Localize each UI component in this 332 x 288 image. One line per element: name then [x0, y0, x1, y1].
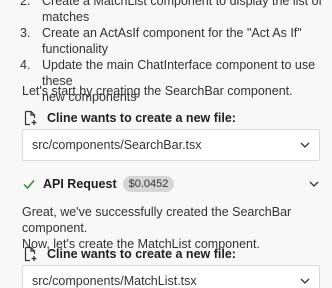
step-text-line: Create a MatchList component to display … — [42, 0, 323, 8]
plan-step: 2. Create a MatchList component to displ… — [0, 0, 332, 25]
tool-request-label: Cline wants to create a new file: — [47, 111, 236, 125]
tool-request-label: Cline wants to create a new file: — [47, 247, 236, 261]
step-number: 4. — [20, 58, 31, 72]
intro-message: Let's start by creating the SearchBar co… — [22, 84, 293, 98]
api-request-row[interactable]: API Request $0.0452 — [22, 175, 320, 193]
step-number: 2. — [20, 0, 31, 8]
message-line: Great, we've successfully created the Se… — [22, 205, 292, 235]
file-path-expander[interactable]: src/components/MatchList.tsx — [22, 265, 320, 288]
new-file-icon — [22, 110, 38, 126]
api-request-label: API Request — [43, 177, 117, 191]
step-text-line: matches — [42, 10, 90, 24]
chat-panel: 2. Create a MatchList component to displ… — [0, 0, 332, 288]
step-text-line: Create an ActAsIf component for the "Act… — [42, 26, 302, 40]
tool-request-header: Cline wants to create a new file: — [22, 246, 236, 262]
step-text-line: functionality — [42, 42, 109, 56]
chevron-down-icon — [299, 275, 311, 287]
new-file-icon — [22, 246, 38, 262]
chevron-down-icon — [299, 139, 311, 151]
step-number: 3. — [20, 26, 31, 40]
plan-step: 3. Create an ActAsIf component for the "… — [0, 25, 332, 57]
chevron-down-icon — [308, 178, 320, 190]
check-icon — [22, 177, 36, 191]
file-path: src/components/SearchBar.tsx — [32, 138, 202, 152]
file-path-expander[interactable]: src/components/SearchBar.tsx — [22, 129, 320, 161]
assistant-message: Great, we've successfully created the Se… — [22, 204, 322, 252]
tool-request-header: Cline wants to create a new file: — [22, 110, 236, 126]
cost-badge: $0.0452 — [122, 176, 175, 192]
file-path: src/components/MatchList.tsx — [32, 274, 197, 288]
